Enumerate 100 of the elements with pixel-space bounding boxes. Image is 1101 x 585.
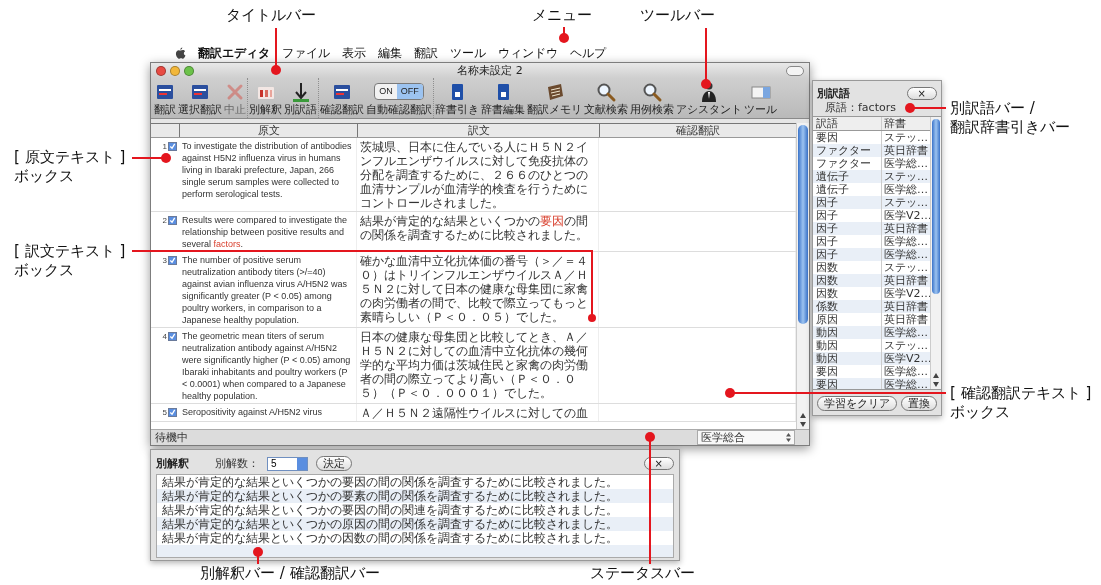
result-row[interactable]: 結果が肯定的な結果といくつかの要因の間の関連を調査するために比較されました。 [157,503,673,517]
leader-line [701,27,711,89]
source-text[interactable]: The number of positive serum neutralization antibody titers (>/=40) against avian influenza virus A/H5N2 was significantly greater (P < 0.05) among poultry workers, in comparison to a Japanese healthy population. [179,252,357,327]
checkbox[interactable] [168,216,177,225]
toolbar-button[interactable]: 文献検索 [584,78,628,118]
scroll-down-icon[interactable] [931,380,941,389]
scrollbar[interactable] [930,117,941,389]
leader-line [131,153,171,163]
column-header[interactable]: 原文 [179,124,357,137]
window-title: 名称未設定 2 [456,64,524,77]
menu-item[interactable]: ツール [450,46,486,60]
menu-item[interactable]: 表示 [342,46,366,60]
result-row[interactable]: 結果が肯定的な結果といくつかの要因の間の関係を調査するために比較されました。 [157,475,673,489]
checkbox[interactable] [168,256,177,265]
row-number: 1 [162,142,167,151]
callout-label: ツールバー [640,6,715,25]
term-cell[interactable]: 因数 [813,261,881,274]
scroll-up-icon[interactable] [931,371,941,380]
term-cell[interactable]: 遺伝子 [813,170,881,183]
checkbox[interactable] [168,142,177,151]
on-off-switch[interactable]: ON OFF [374,83,424,100]
result-row[interactable]: 結果が肯定的な結果といくつかの因数の間の関係を調査するために比較されました。 [157,531,673,545]
source-text[interactable]: Seropositivity against A/H5N2 virus [179,404,357,421]
zoom-button[interactable] [184,65,194,76]
scroll-thumb[interactable] [798,125,808,324]
term-cell[interactable]: 因子 [813,196,881,209]
term-cell[interactable]: 動因 [813,326,881,339]
toolbar-button[interactable]: ツール [744,78,777,118]
term-cell[interactable]: 因子 [813,235,881,248]
column-header[interactable]: 訳文 [357,124,599,137]
term-cell[interactable]: 要因 [813,131,881,144]
leader-line [905,103,947,113]
callout-label: 別解釈バー / 確認翻訳バー [200,564,380,583]
toolbar-button[interactable]: 辞書引き [435,78,479,118]
term-cell[interactable]: 因子 [813,222,881,235]
term-cell[interactable]: 因数 [813,287,881,300]
term-cell[interactable]: 動因 [813,339,881,352]
apply-button[interactable]: 決定 [316,456,352,471]
toolbar-button[interactable]: 別解釈 [249,78,282,118]
menu-item[interactable]: ウィンドウ [498,46,558,60]
row-number: 4 [162,332,167,341]
source-text[interactable]: Results were compared to investigate the relationship between positive results and several factors. [179,212,357,251]
toolbar-button[interactable]: 選択翻訳 [178,78,222,118]
result-row[interactable]: 結果が肯定的な結果といくつかの要素の間の関係を調査するために比較されました。 [157,489,673,503]
leader-line [559,26,569,43]
count-label: 別解数： [215,456,259,471]
callout-label: 別訳語バー / 翻訳辞書引きバー [950,99,1070,137]
result-row[interactable]: 結果が肯定的な結果といくつかの原因の間の関係を調査するために比較されました。 [157,517,673,531]
toolbar-button[interactable]: 辞書編集 [481,78,525,118]
term-cell[interactable]: 要因 [813,378,881,389]
leader-line [271,27,281,75]
apple-icon[interactable] [175,47,186,59]
term-cell[interactable]: 要因 [813,365,881,378]
term-cell[interactable]: 遺伝子 [813,183,881,196]
source-word-label: 原語：factors [825,101,896,115]
count-select[interactable]: 5 [267,456,308,471]
term-cell[interactable]: 因子 [813,209,881,222]
checkbox[interactable] [168,408,177,417]
row-number: 5 [162,408,167,417]
toolbar-button[interactable]: 確認翻訳 [320,78,364,118]
source-text[interactable]: The geometric mean titers of serum neutralization antibody against A/H5N2 were significantly higher (P < 0.05) among Ibaraki inhabitants and poultry workers (P < 0.0001) when compared to a Japanese healthy population. [179,328,357,403]
term-cell[interactable]: 係数 [813,300,881,313]
checkbox[interactable] [168,332,177,341]
search-icon [595,81,617,103]
dictionary-select[interactable]: 医学総合 [697,430,795,445]
term-cell[interactable]: 動因 [813,352,881,365]
callout-label: タイトルバー [226,6,316,25]
row-number: 2 [162,216,167,225]
close-button[interactable]: × [643,457,674,470]
term-cell[interactable]: 原因 [813,313,881,326]
toolbar-button[interactable]: 翻訳メモリ [527,78,582,118]
translation-text[interactable]: 茨城県、日本に住んでいる人にＨ５Ｎ２インフルエンザウイルスに対して免疫抗体の分配を調査するために、２６６のひとつの血清サンプルが血清学的検査を行うためにコントロールされました。 [357,138,599,211]
menu-item[interactable]: ヘルプ [570,46,606,60]
replace-button[interactable]: 置換 [901,396,937,411]
menu-item[interactable]: 翻訳エディタ [198,46,270,60]
close-button[interactable]: × [906,86,937,100]
source-text[interactable]: To investigate the distribution of antibodies against H5N2 influenza virus in humans living in Ibaraki prefecture, Japan, 266 single serum samples were collected to perform serological tests. [179,138,357,211]
row-number: 3 [162,256,167,265]
minimize-button[interactable] [170,65,180,76]
term-cell[interactable]: ファクター [813,157,881,170]
term-cell[interactable]: ファクター [813,144,881,157]
menu-item[interactable]: 編集 [378,46,402,60]
translation-text[interactable]: Ａ／Ｈ５Ｎ２遠隔性ウイルスに対しての血 [357,404,599,421]
callout-label: ステータスバー [590,564,695,583]
scrollbar[interactable] [796,123,809,429]
translation-text[interactable]: 結果が肯定的な結果といくつかの要因の間の関係を調査するために比較されました。 [357,212,599,251]
menu-item[interactable]: ファイル [282,46,330,60]
translation-text[interactable]: 日本の健康な母集団と比較してとき、Ａ／Ｈ５Ｎ２に対しての血清中立化抗体の幾何学的な平均力価は茨城住民と家禽の肉労働者の間の際立ってより高い（Ｐ＜０．０５）（Ｐ＜０．０００１）でした。 [357,328,599,403]
term-cell[interactable]: 因数 [813,274,881,287]
scroll-thumb[interactable] [932,119,940,294]
toolbar-button[interactable]: 翻訳 [154,78,176,118]
column-header[interactable]: 訳語 [813,117,881,130]
toolbar-button[interactable]: 用例検索 [630,78,674,118]
scroll-up-icon[interactable] [798,411,808,420]
clear-button[interactable]: 学習をクリア [817,396,897,411]
toolbar-button[interactable]: 別訳語 [284,78,317,118]
menu-item[interactable]: 翻訳 [414,46,438,60]
term-cell[interactable]: 因子 [813,248,881,261]
close-button[interactable] [156,65,166,76]
toolbar-toggle-button[interactable] [786,65,804,76]
